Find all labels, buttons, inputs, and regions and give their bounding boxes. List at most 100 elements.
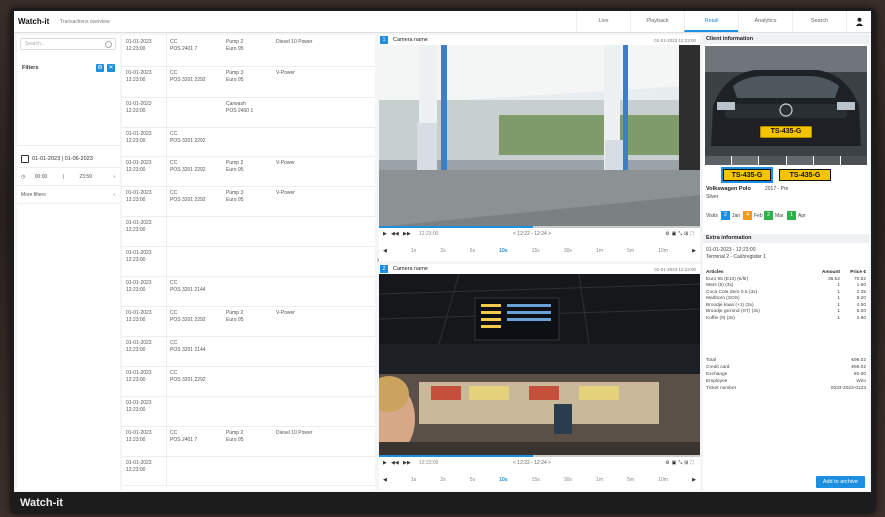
tx-datetime: 01-01-2023 12:23:00 xyxy=(126,280,166,294)
snapshot-thumbnails[interactable] xyxy=(705,156,868,165)
timeline-step[interactable]: 2s xyxy=(440,477,445,483)
filters-panel: Search... Filters ⚙ ✕ 01-01-2023 | 01-06… xyxy=(17,35,120,490)
tx-note-line: V-Power xyxy=(276,160,295,166)
tx-datetime: 01-01-2023 12:23:00 xyxy=(126,70,166,84)
visit-count-badge: 1 xyxy=(787,211,796,220)
timeline-step[interactable]: 10s xyxy=(499,248,507,254)
client-info-header: Client information xyxy=(703,35,869,44)
progress-fill xyxy=(379,455,534,457)
timeline-step[interactable]: 5s xyxy=(470,477,475,483)
timeline-prev-icon[interactable]: ◀ xyxy=(383,477,387,483)
rewind-icon[interactable]: ◀◀ xyxy=(391,460,399,466)
extra-info-header: Extra information xyxy=(703,234,869,243)
vehicle-snapshot[interactable]: TS-435-G xyxy=(705,46,867,156)
tx-datetime-line: 12:23:00 xyxy=(126,138,146,144)
tx-datetime: 01-01-2023 12:23:00 xyxy=(126,400,166,414)
tx-datetime-line: 01-01-2023 xyxy=(126,250,152,256)
play-icon[interactable]: ▶ xyxy=(383,231,387,237)
tx-pump-line: Pump 3 xyxy=(226,190,244,196)
thumbnail[interactable] xyxy=(840,156,868,165)
filter-clear-button[interactable]: ✕ xyxy=(107,64,115,72)
column-divider xyxy=(166,156,167,186)
timeline-step[interactable]: 2s xyxy=(440,248,445,254)
play-icon[interactable]: ▶ xyxy=(383,460,387,466)
timeline-step[interactable]: 10m xyxy=(658,248,668,254)
plate-crop-1[interactable]: TS-435-G xyxy=(721,167,773,183)
timeline-step[interactable]: 1s xyxy=(411,477,416,483)
tx-payment-line: POS 3201 2292 xyxy=(170,138,206,144)
time-range-filter[interactable]: ◷ 00:00 | 23:59 › xyxy=(21,174,117,180)
table-row[interactable]: 01-01-2023 12:23:00 CC POS 3201 2292 Pump 3E… xyxy=(122,186,375,217)
time-range-selector[interactable]: < 12:22 - 12:24 > xyxy=(513,231,551,237)
tx-datetime-line: 12:23:00 xyxy=(126,257,146,263)
column-divider xyxy=(166,186,167,216)
timeline-step[interactable]: 5s xyxy=(470,248,475,254)
timeline-step[interactable]: 5m xyxy=(627,248,634,254)
timeline-step[interactable]: 5m xyxy=(627,477,634,483)
table-row[interactable]: 01-01-2023 12:23:00 CC POS 3201 2144 xyxy=(122,336,375,367)
table-row[interactable]: 01-01-2023 12:23:00 CC POS 2401 7 Pump 2 Euro… xyxy=(122,426,375,457)
timeline-step[interactable]: 10m xyxy=(658,477,668,483)
forward-icon[interactable]: ▶▶ xyxy=(403,460,411,466)
tx-payment-line: POS 3201 2292 xyxy=(170,77,206,83)
date-range-filter[interactable]: 01-01-2023 | 01-06-2023 xyxy=(21,155,117,163)
camera-video-shop-interior[interactable] xyxy=(379,274,700,456)
timeline-step[interactable]: 10s xyxy=(499,477,507,483)
timeline-step[interactable]: 15s xyxy=(532,248,540,254)
table-row[interactable]: 01-01-2023 12:23:00 CC POS 3201 2292 Pump 3E… xyxy=(122,66,375,98)
time-range-selector[interactable]: < 12:22 - 12:24 > xyxy=(513,460,551,466)
table-row[interactable]: 01-01-2023 12:23:00 CC POS 3201 2144 xyxy=(122,276,375,307)
transactions-list[interactable]: 01-01-2023 12:23:00 CC POS 2401 7 Pump 2 Euro… xyxy=(122,35,375,490)
forward-icon[interactable]: ▶▶ xyxy=(403,231,411,237)
thumbnail[interactable] xyxy=(705,156,732,165)
timeline-step[interactable]: 1m xyxy=(596,477,603,483)
table-row[interactable]: 01-01-2023 12:23:00 CC POS 3201 2292 Pump 2E… xyxy=(122,156,375,187)
tab-retail[interactable]: Retail xyxy=(684,11,738,32)
timeline-step[interactable]: 15s xyxy=(532,477,540,483)
thumbnail[interactable] xyxy=(786,156,813,165)
rewind-icon[interactable]: ◀◀ xyxy=(391,231,399,237)
camera-date: 01-01-2023 12:23:00 xyxy=(654,37,696,43)
tab-playback[interactable]: Playback xyxy=(630,11,684,32)
car-year: 2017 - Pre xyxy=(765,186,789,192)
user-icon[interactable] xyxy=(846,11,871,32)
timeline-prev-icon[interactable]: ◀ xyxy=(383,248,387,254)
timeline-step[interactable]: 1m xyxy=(596,248,603,254)
table-row[interactable]: 01-01-2023 12:23:00 CC POS 3201 2292 xyxy=(122,366,375,397)
table-row[interactable]: 01-01-2023 12:23:00 xyxy=(122,396,375,427)
thumbnail[interactable] xyxy=(759,156,786,165)
table-row[interactable]: 01-01-2023 12:23:00 xyxy=(122,456,375,486)
tx-pump: Carwash POS 2400 1 xyxy=(226,101,272,115)
thumbnail[interactable] xyxy=(813,156,840,165)
filter-settings-button[interactable]: ⚙ xyxy=(96,64,104,72)
thumbnail[interactable] xyxy=(732,156,759,165)
timeline-step[interactable]: 30s xyxy=(564,248,572,254)
table-row[interactable]: 01-01-2023 12:23:00 Carwash POS 2400 1 xyxy=(122,97,375,128)
table-row[interactable]: 01-01-2023 12:23:00 CC POS 2401 7 Pump 2 Euro… xyxy=(122,35,375,67)
tx-payment-line: CC xyxy=(170,70,178,76)
table-row[interactable]: 01-01-2023 12:23:00 CC POS 3201 2292 Pump 2E… xyxy=(122,306,375,337)
camera-time: 12:23:00 xyxy=(419,460,439,466)
add-to-archive-button[interactable]: Add to archive xyxy=(815,476,865,488)
tx-note: Diesel 10 Power xyxy=(276,39,336,46)
tab-analytics[interactable]: Analytics xyxy=(738,11,792,32)
timeline-step[interactable]: 30s xyxy=(564,477,572,483)
tab-search[interactable]: Search xyxy=(792,11,846,32)
progress-track[interactable] xyxy=(379,455,700,457)
search-input[interactable]: Search... xyxy=(20,38,116,50)
tab-live[interactable]: Live xyxy=(576,11,630,32)
timeline-step[interactable]: 1s xyxy=(411,248,416,254)
camera-tools-icons[interactable]: ⚙▣⤡⊞⛶ xyxy=(665,460,696,466)
timeline-next-icon[interactable]: ▶ xyxy=(692,477,696,483)
table-row[interactable]: 01-01-2023 12:23:00 CC POS 3201 2292 xyxy=(122,127,375,157)
camera-tools-icons[interactable]: ⚙▣⤡⊞⛶ xyxy=(665,231,696,237)
table-row[interactable]: 01-01-2023 12:23:00 xyxy=(122,216,375,247)
tx-datetime-line: 01-01-2023 xyxy=(126,400,152,406)
more-filters[interactable]: More filters › xyxy=(21,192,117,198)
camera-video-gas-station[interactable] xyxy=(379,45,700,227)
table-row[interactable]: 01-01-2023 12:23:00 xyxy=(122,246,375,277)
plate-crop-2[interactable]: TS-435-G xyxy=(779,169,831,181)
tx-note: V-Power xyxy=(276,310,336,317)
timeline-next-icon[interactable]: ▶ xyxy=(692,248,696,254)
progress-track[interactable] xyxy=(379,226,700,228)
